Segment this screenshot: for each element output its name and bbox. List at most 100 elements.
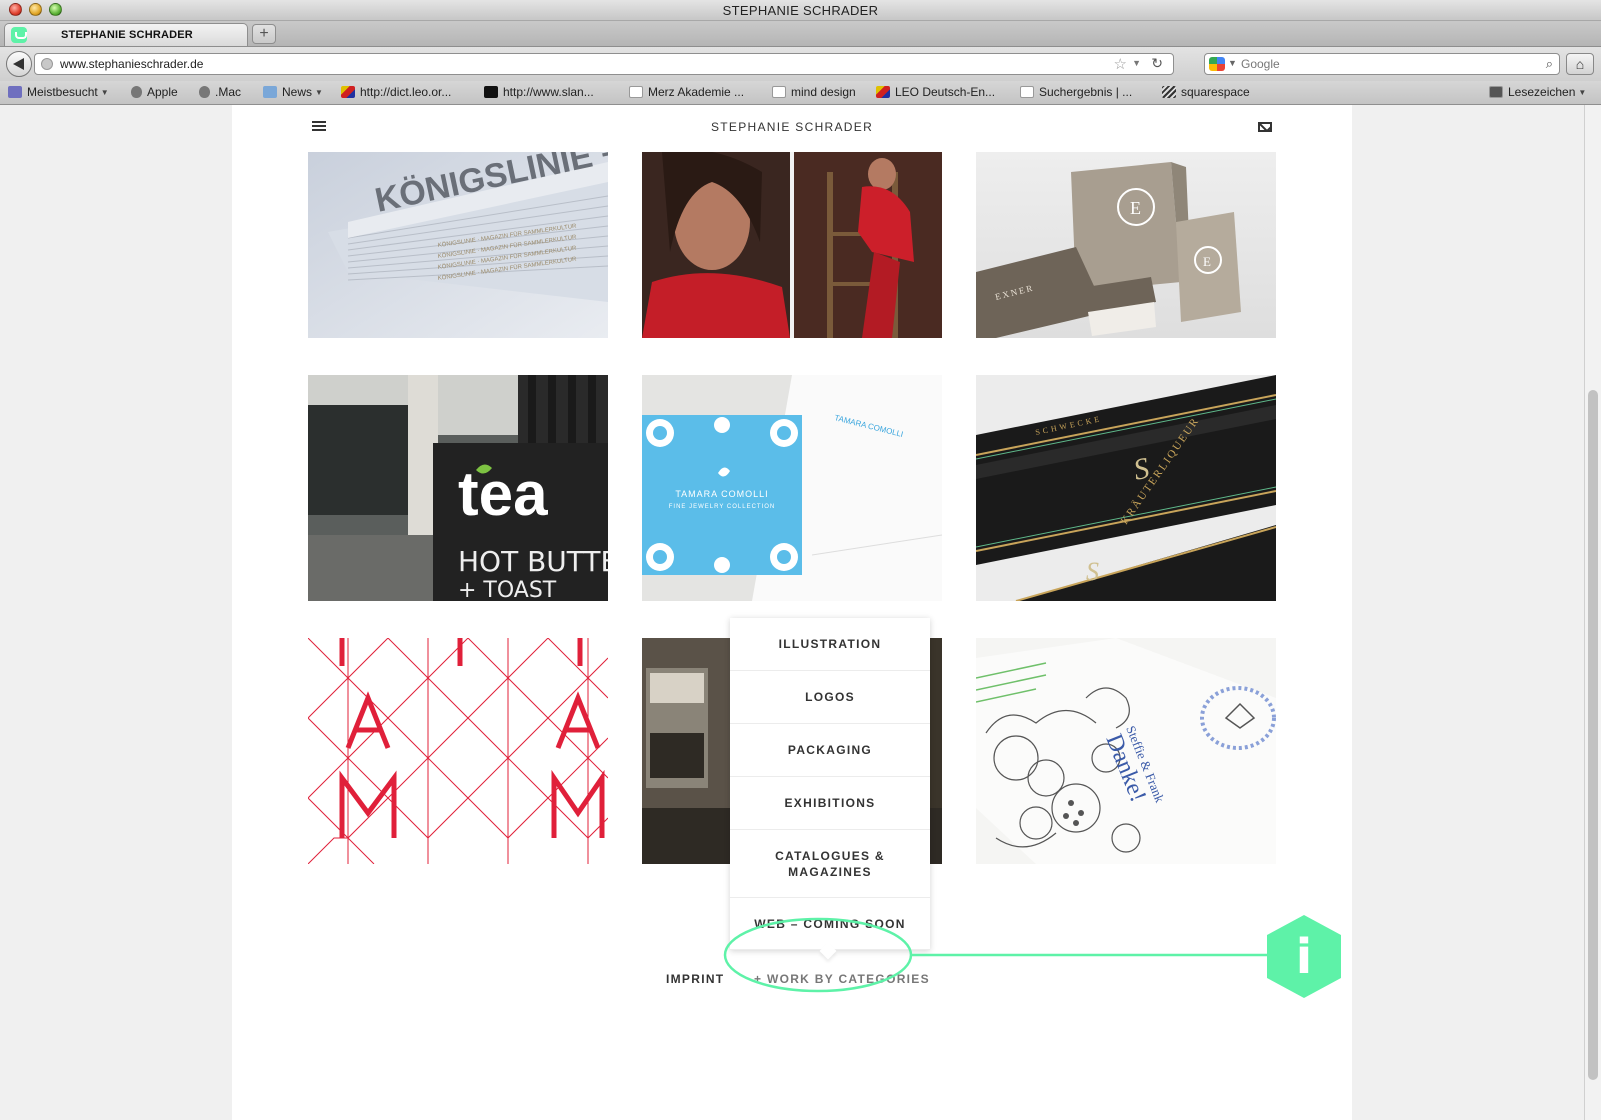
bookmark-label: mind design: [791, 85, 856, 99]
search-icon[interactable]: ⌕: [1546, 56, 1553, 72]
bookmark-label: LEO Deutsch-En...: [895, 85, 996, 99]
site-identity-icon[interactable]: [41, 58, 53, 70]
tab-stephanie-schrader[interactable]: STEPHANIE SCHRADER: [4, 23, 248, 46]
home-button[interactable]: ⌂: [1566, 53, 1594, 75]
bookmark-slan[interactable]: http://www.slan...: [484, 85, 594, 99]
project-tile-schwecke[interactable]: S KRÄUTERLIQUEUR S SCHWECKE: [976, 375, 1276, 601]
project-tile-fashion[interactable]: [642, 152, 942, 338]
squarespace-icon: [1162, 86, 1176, 98]
svg-text:S: S: [1086, 557, 1099, 586]
mail-icon[interactable]: [1258, 122, 1272, 132]
s-icon: [484, 86, 498, 98]
svg-text:E: E: [1203, 254, 1211, 269]
url-text[interactable]: www.stephanieschrader.de: [60, 57, 203, 71]
chevron-down-icon: ▼: [100, 88, 109, 97]
navigation-toolbar: www.stephanieschrader.de ☆ ▼ ↻ ▼ Google …: [0, 47, 1601, 81]
tea-logo-text: tea: [458, 460, 548, 529]
bookmark-label: .Mac: [215, 85, 242, 99]
exner-branding-image: E E EXNER: [976, 152, 1276, 338]
tab-label: STEPHANIE SCHRADER: [61, 29, 193, 41]
bookmark-label: Meistbesucht: [27, 85, 98, 99]
bookmarks-icon: [1489, 86, 1503, 98]
home-icon: ⌂: [1575, 56, 1585, 72]
site-title[interactable]: STEPHANIE SCHRADER: [232, 120, 1352, 134]
bookmark-leo-deutsch[interactable]: LEO Deutsch-En...: [876, 85, 995, 99]
address-bar[interactable]: www.stephanieschrader.de ☆ ▼ ↻: [34, 53, 1174, 75]
category-packaging[interactable]: PACKAGING: [730, 724, 930, 777]
leo-icon: [876, 86, 890, 98]
svg-text:E: E: [1130, 198, 1141, 218]
bookmark-label: News: [282, 85, 313, 99]
bookmarks-toolbar: Meistbesucht ▼ Apple .Mac News ▼ http://di…: [0, 81, 1601, 105]
vertical-scrollbar[interactable]: [1584, 105, 1601, 1120]
project-tile-exner[interactable]: E E EXNER: [976, 152, 1276, 338]
page-icon: [629, 86, 643, 98]
bookmark-dict-leo[interactable]: http://dict.leo.or...: [341, 85, 451, 99]
category-catalogues-magazines[interactable]: CATALOGUES & MAGAZINES: [730, 830, 930, 898]
info-badge-text: i: [1296, 929, 1312, 985]
bookmark-merz-akademie[interactable]: Merz Akademie ...: [629, 85, 744, 99]
categories-dropdown: ILLUSTRATION LOGOS PACKAGING EXHIBITIONS…: [730, 618, 930, 960]
schwecke-labels-image: S KRÄUTERLIQUEUR S SCHWECKE: [976, 375, 1276, 601]
bookmark-label: http://dict.leo.or...: [360, 85, 452, 99]
bookmark-news[interactable]: News ▼: [263, 85, 323, 99]
bookmark-label: Lesezeichen: [1508, 85, 1576, 99]
page-icon: [1020, 86, 1034, 98]
info-hexagon-icon: [1267, 915, 1341, 998]
bookmark-lesezeichen[interactable]: Lesezeichen ▼: [1489, 85, 1586, 99]
scrollbar-thumb[interactable]: [1588, 390, 1598, 1080]
folder-icon: [263, 86, 277, 98]
tab-strip: STEPHANIE SCHRADER +: [0, 21, 1601, 47]
bookmark-squarespace[interactable]: squarespace: [1162, 85, 1250, 99]
category-logos[interactable]: LOGOS: [730, 671, 930, 724]
site-favicon-icon: [11, 27, 27, 43]
imprint-link[interactable]: IMPRINT: [666, 972, 724, 986]
project-tile-tea[interactable]: tea HOT BUTTERE + TOAST: [308, 375, 608, 601]
reload-icon[interactable]: ↻: [1151, 55, 1163, 72]
bookmark-star-icon[interactable]: ☆: [1114, 55, 1127, 73]
category-illustration[interactable]: ILLUSTRATION: [730, 618, 930, 671]
bookmark-label: Suchergebnis | ...: [1039, 85, 1133, 99]
chevron-down-icon: ▼: [315, 88, 323, 97]
bookmark-apple[interactable]: Apple: [131, 85, 178, 99]
mama-pattern-image: [308, 638, 608, 864]
google-engine-icon[interactable]: [1209, 57, 1225, 71]
tamara-sub-text: FINE JEWELRY COLLECTION: [669, 504, 775, 510]
category-exhibitions[interactable]: EXHIBITIONS: [730, 777, 930, 830]
magazine-stack-image: KÖNIGSLINIE – MAGAZIN FÜR SAMMLERKULTUR …: [308, 152, 608, 338]
bookmark-mind-design[interactable]: mind design: [772, 85, 856, 99]
tamara-comolli-image: TAMARA COMOLLI TAMARA COMOLLI FINE JEWEL…: [642, 375, 942, 601]
page-viewport: STEPHANIE SCHRADER KÖNIGSLINIE – MAGAZIN…: [0, 105, 1584, 1120]
bookmark-meistbesucht[interactable]: Meistbesucht ▼: [8, 85, 109, 99]
chevron-down-icon: ▼: [1578, 88, 1587, 97]
project-tile-mama-pattern[interactable]: [308, 638, 608, 864]
star-icon: [8, 86, 22, 98]
window-titlebar: STEPHANIE SCHRADER: [0, 0, 1601, 21]
search-bar[interactable]: ▼ Google ⌕: [1204, 53, 1560, 75]
bookmark-label: squarespace: [1181, 85, 1250, 99]
search-engine-dropdown-icon[interactable]: ▼: [1228, 58, 1237, 68]
back-button[interactable]: [6, 51, 32, 77]
tea-sign-text: HOT BUTTERE: [458, 545, 608, 578]
bookmark-suchergebnis[interactable]: Suchergebnis | ...: [1020, 85, 1132, 99]
category-web-coming-soon[interactable]: WEB – COMING SOON: [730, 898, 930, 950]
window-title: STEPHANIE SCHRADER: [722, 3, 879, 18]
bookmark-label: http://www.slan...: [503, 85, 594, 99]
work-by-categories-link[interactable]: + WORK BY CATEGORIES: [754, 972, 930, 986]
history-dropdown-icon[interactable]: ▼: [1132, 58, 1141, 68]
fashion-photo-image: [642, 152, 942, 338]
new-tab-button[interactable]: +: [252, 24, 276, 44]
project-tile-tamara-comolli[interactable]: TAMARA COMOLLI TAMARA COMOLLI FINE JEWEL…: [642, 375, 942, 601]
search-input[interactable]: Google: [1241, 57, 1280, 71]
tamara-logo-text: TAMARA COMOLLI: [675, 489, 768, 499]
project-tile-wedding-card[interactable]: Steffie & Frank Danke!: [976, 638, 1276, 864]
bookmark-mac[interactable]: .Mac: [199, 85, 241, 99]
apple-icon: [131, 86, 142, 98]
apple-icon: [199, 86, 210, 98]
page-icon: [772, 86, 786, 98]
bookmark-label: Apple: [147, 85, 178, 99]
project-tile-magazine[interactable]: KÖNIGSLINIE – MAGAZIN FÜR SAMMLERKULTUR …: [308, 152, 608, 338]
wedding-card-image: Steffie & Frank Danke!: [976, 638, 1276, 864]
tea-shop-image: tea HOT BUTTERE + TOAST: [308, 375, 608, 601]
bookmark-label: Merz Akademie ...: [648, 85, 745, 99]
